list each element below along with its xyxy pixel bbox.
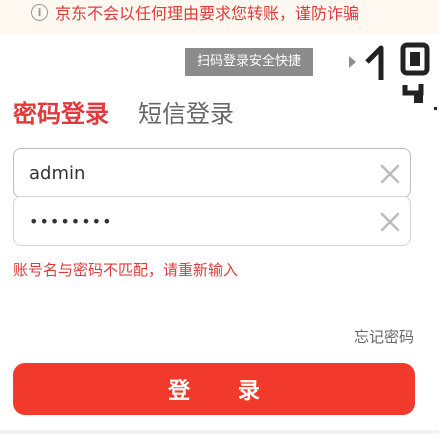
- login-tabs: 密码登录 短信登录: [0, 98, 439, 132]
- username-field: [13, 148, 411, 198]
- bottom-divider: [0, 430, 439, 434]
- clear-icon[interactable]: [380, 164, 400, 184]
- username-input[interactable]: [29, 149, 359, 197]
- tab-sms-login[interactable]: 短信登录: [138, 98, 234, 130]
- fraud-warning-text: 京东不会以任何理由要求您转账，谨防诈骗: [55, 4, 360, 23]
- login-button[interactable]: 登 录: [13, 363, 415, 415]
- info-icon: i: [31, 4, 48, 21]
- qr-tip-arrow: [349, 56, 356, 68]
- password-field: [13, 196, 411, 246]
- qr-login-tip: 扫码登录安全快捷: [185, 48, 314, 76]
- fraud-warning-bar: i 京东不会以任何理由要求您转账，谨防诈骗: [0, 0, 439, 34]
- forgot-password-link[interactable]: 忘记密码: [354, 326, 414, 347]
- tab-password-login[interactable]: 密码登录: [13, 98, 109, 130]
- error-message: 账号名与密码不匹配，请重新输入: [13, 261, 239, 279]
- clear-icon[interactable]: [380, 212, 400, 232]
- password-input[interactable]: [29, 197, 359, 245]
